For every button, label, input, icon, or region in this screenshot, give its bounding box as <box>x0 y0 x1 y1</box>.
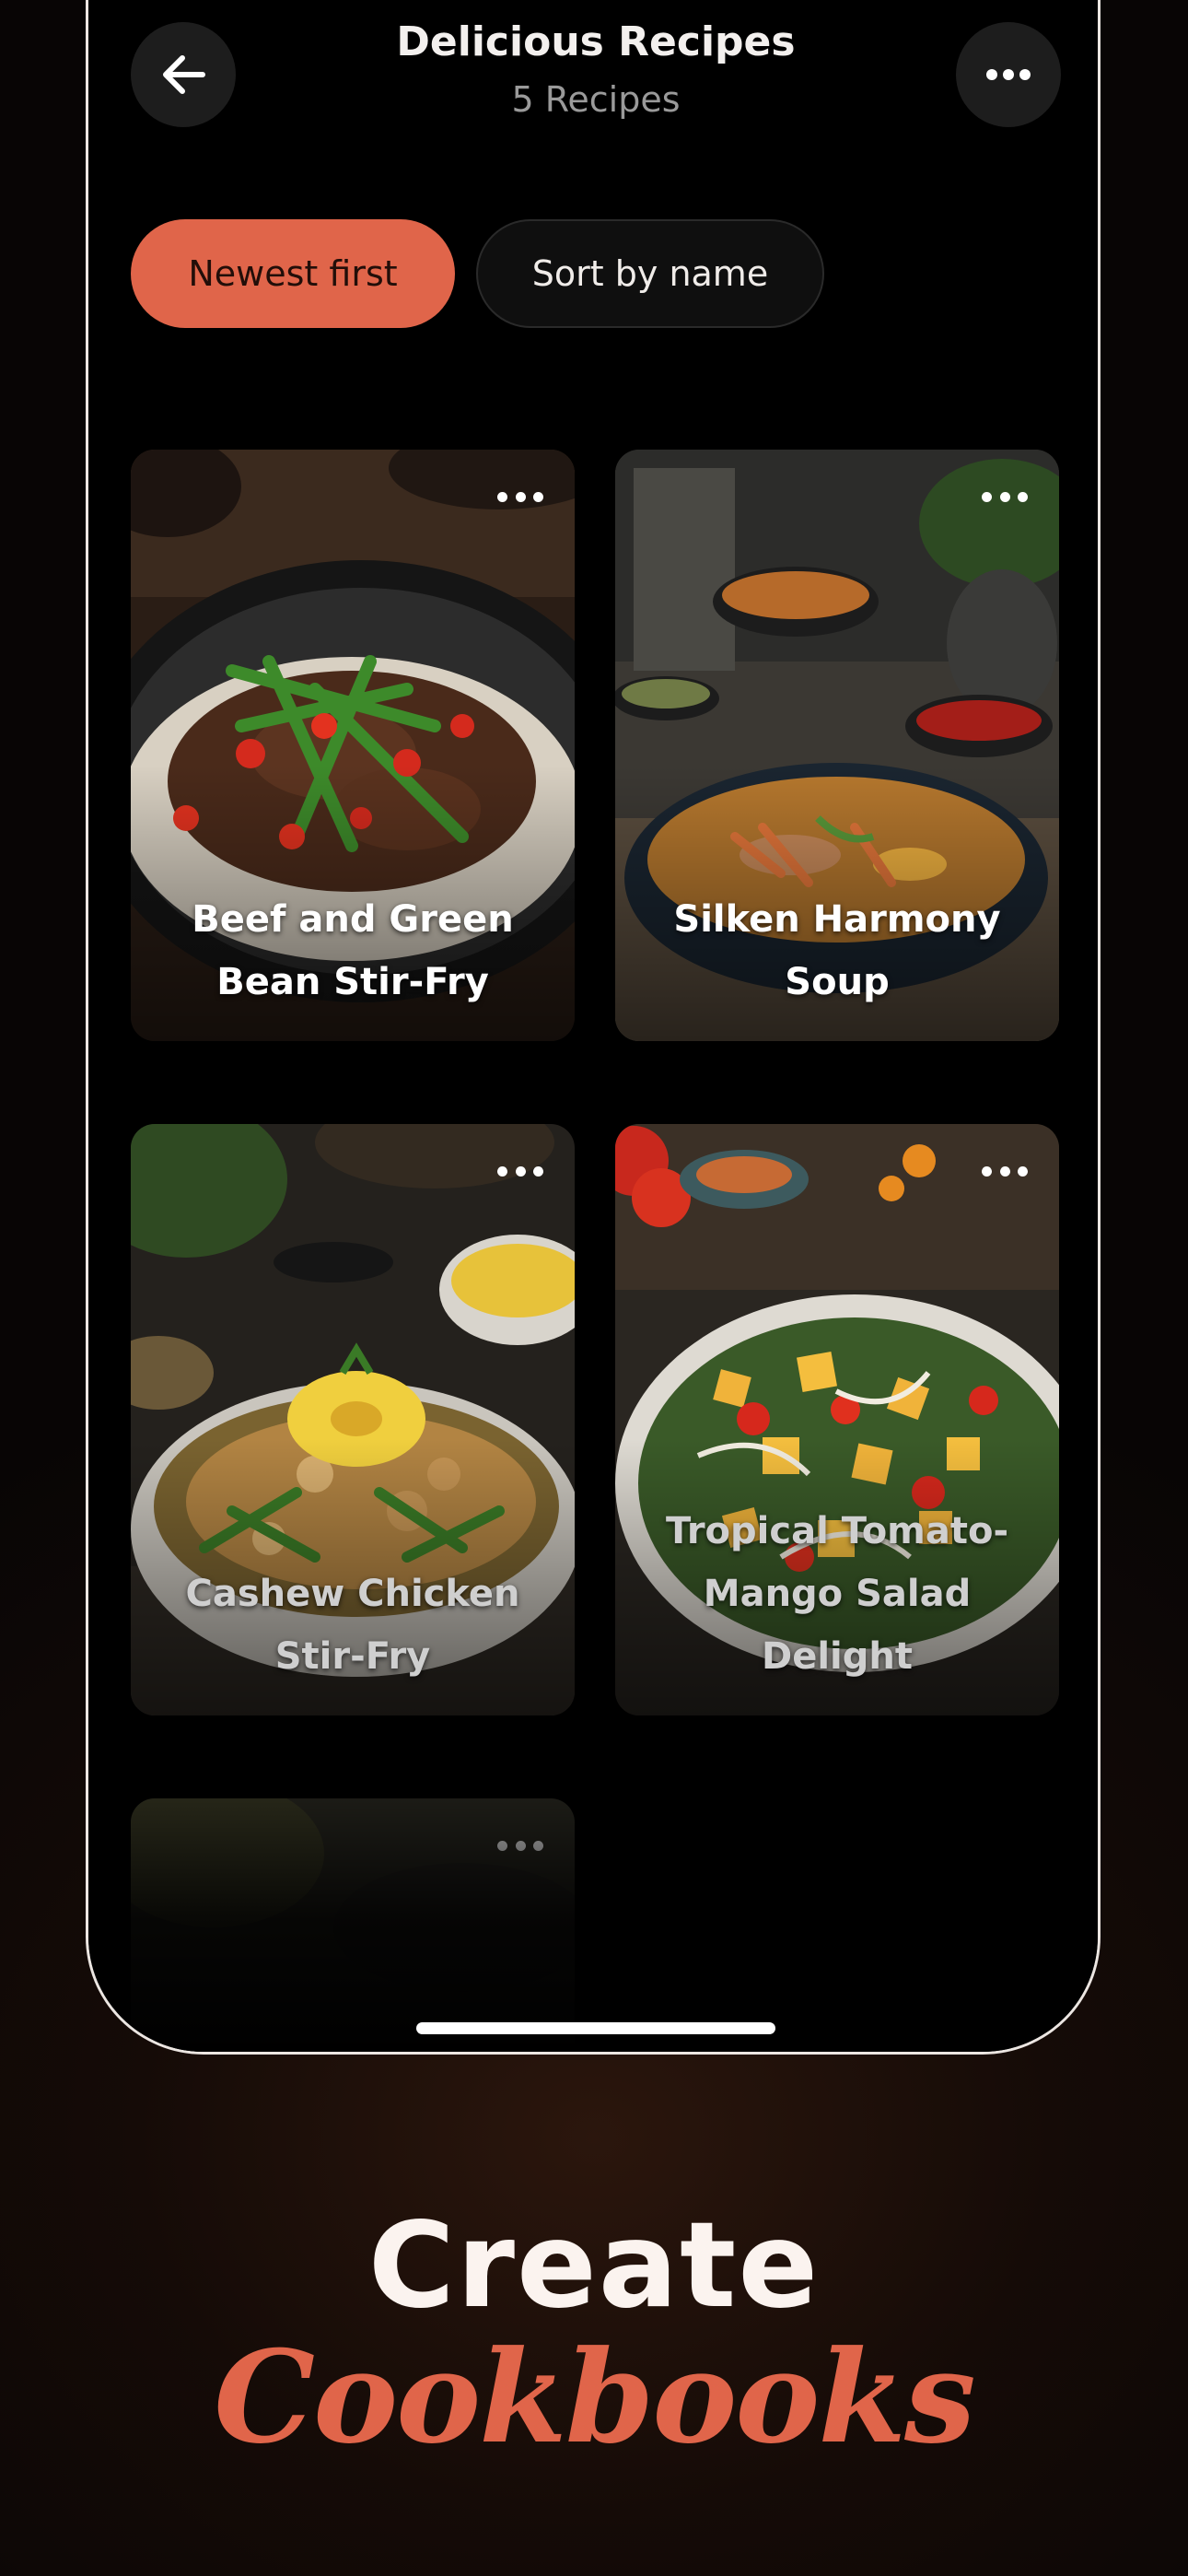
sort-by-name-button[interactable]: Sort by name <box>476 219 824 328</box>
page-title: Delicious Recipes <box>396 18 796 65</box>
more-horizontal-icon <box>986 69 1031 80</box>
card-more-icon[interactable] <box>982 1165 1028 1177</box>
recipe-title: Beef and Green Bean Stir-Fry <box>192 898 514 1003</box>
phone-screen: Delicious Recipes 5 Recipes Newest first… <box>86 0 1101 2055</box>
card-more-icon[interactable] <box>982 490 1028 503</box>
recipe-title: Tropical Tomato- Mango Salad Delight <box>665 1510 1009 1678</box>
recipe-card-silken-harmony-soup[interactable]: Silken Harmony Soup <box>615 450 1059 1041</box>
card-more-icon[interactable] <box>497 1165 543 1177</box>
promo-subheadline: Cookbooks <box>214 2322 975 2472</box>
recipe-title: Silken Harmony Soup <box>673 898 1001 1003</box>
promo-headline: Create <box>367 2197 821 2335</box>
recipe-card-beef-stir-fry[interactable]: Beef and Green Bean Stir-Fry <box>131 450 575 1041</box>
home-indicator[interactable] <box>416 2022 775 2034</box>
recipe-title: Cashew Chicken Stir-Fry <box>185 1573 520 1678</box>
recipe-count: 5 Recipes <box>511 79 681 120</box>
more-options-button[interactable] <box>956 22 1061 127</box>
sort-newest-button[interactable]: Newest first <box>131 219 455 328</box>
card-more-icon[interactable] <box>497 490 543 503</box>
recipe-card-cashew-chicken[interactable]: Cashew Chicken Stir-Fry <box>131 1124 575 1715</box>
screen-bottom-fade <box>88 1714 1098 2052</box>
recipe-card-tropical-salad[interactable]: Tropical Tomato- Mango Salad Delight <box>615 1124 1059 1715</box>
